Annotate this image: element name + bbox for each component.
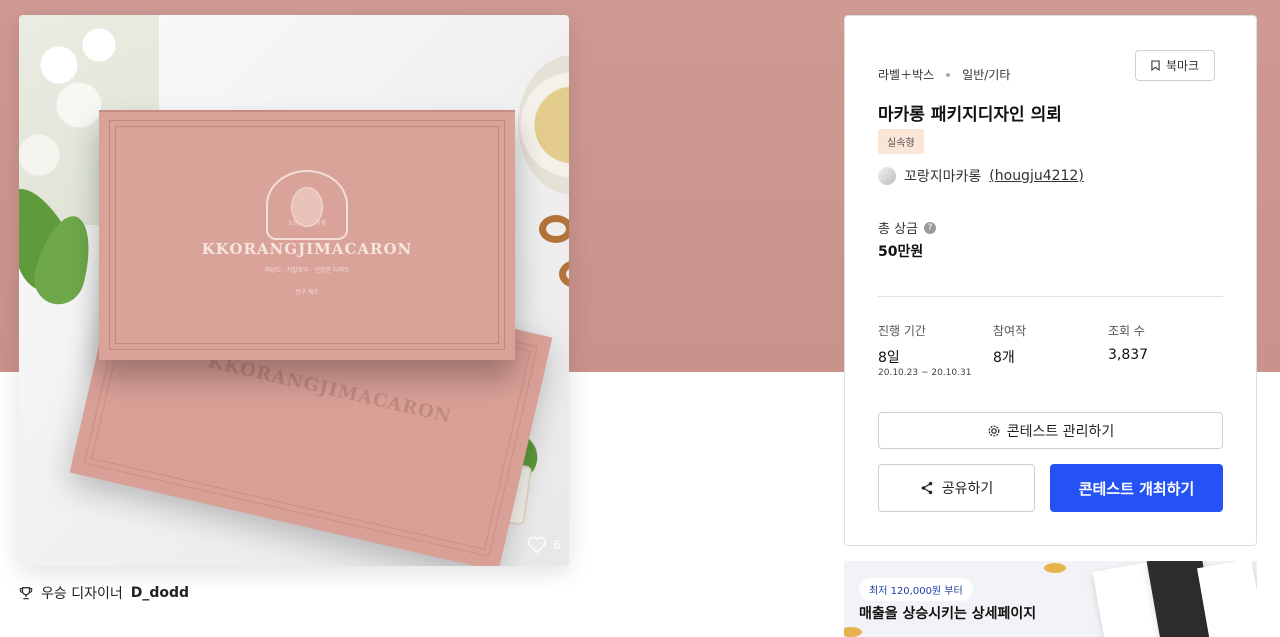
heart-icon	[528, 536, 547, 554]
divider	[878, 296, 1223, 297]
winner-name[interactable]: D_dodd	[131, 585, 189, 601]
package-brand: KKORANGJIMACARON	[201, 240, 413, 258]
plan-badge: 실속형	[878, 129, 924, 154]
bookmark-button[interactable]: 북마크	[1135, 50, 1215, 81]
bookmark-label: 북마크	[1165, 59, 1200, 73]
contest-info-panel: 라벨＋박스 일반/기타 북마크 마카롱 패키지디자인 의뢰 실속형 꼬랑지마카롱…	[844, 15, 1257, 546]
contest-title: 마카롱 패키지디자인 의뢰	[878, 105, 1062, 125]
manage-contest-button[interactable]: 콘테스트 관리하기	[878, 412, 1223, 449]
avatar	[878, 167, 896, 185]
period-range: 20.10.23 ~ 20.10.31	[878, 368, 972, 378]
breadcrumb: 라벨＋박스 일반/기타	[878, 66, 1010, 83]
package-subtitle: 저당도 · 저칼로리 · 건강한 디저트	[264, 267, 350, 274]
entries-label: 참여작	[993, 324, 1027, 338]
help-icon[interactable]: ?	[924, 221, 937, 234]
package-subtitle-2: 선구 제조	[295, 289, 319, 296]
prize-value: 50만원	[878, 244, 924, 260]
views-label: 조회 수	[1108, 324, 1145, 338]
category-link[interactable]: 라벨＋박스	[878, 66, 934, 83]
price-pill: 최저 120,000원 부터	[859, 578, 973, 601]
period-label: 진행 기간	[878, 324, 926, 338]
coin-decoration	[1044, 563, 1066, 573]
tea-cup-decoration	[518, 55, 569, 195]
banner-headline: 매출을 상승시키는 상세페이지	[859, 606, 1037, 622]
package-emblem	[266, 170, 348, 240]
pretzel-decoration	[559, 260, 569, 288]
contest-main-image[interactable]: KKORANGJIMACARON 꼬랑지 · 마카롱 KKORANGJIMACA…	[19, 15, 569, 566]
winner-label: 우승 디자이너	[41, 586, 123, 602]
coin-decoration	[844, 627, 862, 637]
host-name: 꼬랑지마카롱	[904, 169, 982, 185]
prize-label: 총 상금 ?	[878, 218, 937, 237]
period-value: 8일	[878, 350, 900, 366]
bookmark-icon	[1151, 60, 1160, 71]
winner-designer: 우승 디자이너 D_dodd	[19, 583, 189, 603]
breadcrumb-separator	[946, 72, 951, 77]
like-count: 6	[553, 538, 561, 552]
like-button[interactable]: 6	[527, 536, 561, 554]
entries-value: 8개	[993, 350, 1015, 366]
pretzel-decoration	[539, 215, 569, 243]
trophy-icon	[19, 587, 33, 600]
gear-icon	[988, 425, 1000, 436]
share-icon	[921, 481, 932, 495]
host-profile-link[interactable]: (hougju4212)	[989, 168, 1084, 184]
host-info: 꼬랑지마카롱 (hougju4212)	[878, 166, 1084, 186]
host-contest-button[interactable]: 콘테스트 개최하기	[1050, 464, 1223, 512]
promo-banner[interactable]: 최저 120,000원 부터 매출을 상승시키는 상세페이지	[844, 561, 1257, 637]
share-button[interactable]: 공유하기	[878, 464, 1035, 512]
views-value: 3,837	[1108, 347, 1149, 363]
package-box-front: 꼬랑지 · 마카롱 KKORANGJIMACARON 저당도 · 저칼로리 · …	[99, 110, 515, 360]
subcategory-link[interactable]: 일반/기타	[962, 66, 1010, 83]
